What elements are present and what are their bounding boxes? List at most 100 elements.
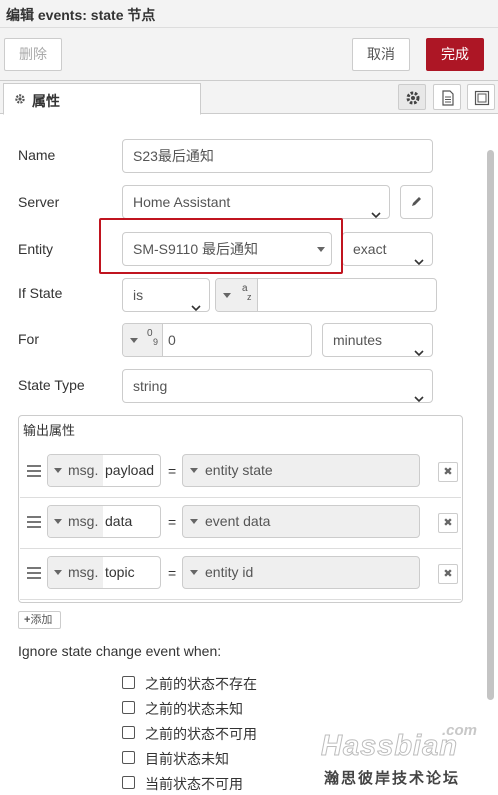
ignore-option-label: 之前的状态不存在	[145, 676, 257, 692]
equals-sign: =	[168, 565, 177, 581]
msg-prefix: msg.	[68, 513, 99, 529]
equals-sign: =	[168, 463, 177, 479]
number-type-icon-sub: 9	[153, 337, 159, 347]
output-value-selector[interactable]: entity id	[182, 556, 420, 589]
scrollbar[interactable]	[484, 150, 496, 700]
output-property-input[interactable]: msg. topic	[47, 556, 161, 589]
for-value: 0	[168, 332, 176, 348]
output-value: entity state	[205, 462, 273, 478]
ignore-option-label: 之前的状态不可用	[145, 726, 257, 742]
edit-server-button[interactable]	[400, 185, 433, 219]
if-state-operator-select[interactable]: is	[122, 278, 210, 312]
if-state-label: If State	[18, 285, 63, 301]
remove-row-button[interactable]: ✖	[438, 564, 458, 584]
close-icon: ✖	[443, 466, 453, 478]
output-value: entity id	[205, 564, 254, 580]
add-output-label: 添加	[30, 614, 53, 626]
tab-properties[interactable]: 属性	[3, 83, 201, 115]
drag-handle-icon[interactable]	[27, 516, 41, 531]
msg-type-selector[interactable]: msg.	[48, 506, 103, 537]
entity-match-select[interactable]: exact	[342, 232, 433, 266]
output-value-selector[interactable]: entity state	[182, 454, 420, 487]
watermark-brand: Hassbian	[321, 730, 458, 763]
delete-button[interactable]: 删除	[4, 38, 62, 71]
name-input[interactable]: S23最后通知	[122, 139, 433, 173]
tab-settings-icon-button[interactable]	[398, 84, 426, 110]
output-row: msg. data = event data ✖	[20, 499, 461, 549]
output-properties-legend: 输出属性	[23, 423, 76, 438]
watermark-tagline: 瀚思彼岸技术论坛	[324, 770, 461, 787]
caret-down-icon	[190, 570, 198, 575]
caret-down-icon	[54, 468, 62, 473]
string-type-icon-sub: z	[247, 292, 252, 302]
ignore-option-label: 之前的状态未知	[145, 701, 243, 717]
chevron-down-icon	[414, 382, 424, 402]
checkbox[interactable]	[122, 701, 135, 714]
tab-description-icon-button[interactable]	[433, 84, 461, 110]
server-label: Server	[18, 194, 60, 210]
done-button[interactable]: 完成	[426, 38, 484, 71]
server-select[interactable]: Home Assistant	[122, 185, 390, 219]
tab-properties-label: 属性	[32, 93, 60, 109]
for-label: For	[18, 331, 39, 347]
checkbox[interactable]	[122, 776, 135, 789]
caret-down-icon	[190, 519, 198, 524]
output-row: msg. payload = entity state ✖	[20, 448, 461, 498]
checkbox[interactable]	[122, 726, 135, 739]
state-type-label: State Type	[18, 377, 85, 393]
if-state-value-input[interactable]: a z	[215, 278, 437, 312]
checkbox[interactable]	[122, 751, 135, 764]
for-unit-value: minutes	[333, 332, 383, 348]
state-type-select[interactable]: string	[122, 369, 433, 403]
checkbox[interactable]	[122, 676, 135, 689]
for-value-input[interactable]: 0 9 0	[122, 323, 312, 357]
title-bar: 编辑 events: state 节点	[0, 0, 498, 28]
remove-row-button[interactable]: ✖	[438, 462, 458, 482]
chevron-down-icon	[191, 291, 201, 311]
close-icon: ✖	[443, 517, 453, 529]
tab-appearance-icon-button[interactable]	[467, 84, 495, 110]
msg-type-selector[interactable]: msg.	[48, 455, 103, 486]
tab-bar: 属性	[0, 81, 498, 115]
msg-prefix: msg.	[68, 462, 99, 478]
chevron-down-icon	[414, 245, 424, 265]
drag-handle-icon[interactable]	[27, 567, 41, 582]
remove-row-button[interactable]: ✖	[438, 513, 458, 533]
chevron-down-icon	[414, 336, 424, 356]
ignore-option-label: 当前状态不可用	[145, 776, 243, 792]
server-select-value: Home Assistant	[133, 194, 231, 210]
output-property-name: topic	[105, 564, 135, 580]
gear-icon	[14, 92, 26, 108]
caret-down-icon	[130, 338, 138, 343]
output-value-selector[interactable]: event data	[182, 505, 420, 538]
for-unit-select[interactable]: minutes	[322, 323, 433, 357]
number-type-icon: 0	[147, 328, 153, 339]
msg-type-selector[interactable]: msg.	[48, 557, 103, 588]
for-type-selector[interactable]: 0 9	[123, 324, 163, 356]
chevron-down-icon	[371, 198, 381, 218]
caret-down-icon	[54, 570, 62, 575]
ignore-option-label: 目前状态未知	[145, 751, 229, 767]
drag-handle-icon[interactable]	[27, 465, 41, 480]
output-row: msg. topic = entity id ✖	[20, 550, 461, 600]
caret-down-icon	[190, 468, 198, 473]
equals-sign: =	[168, 514, 177, 530]
dialog-title: 编辑 events: state 节点	[6, 7, 156, 23]
state-type-value: string	[133, 378, 168, 394]
ignore-heading: Ignore state change event when:	[18, 643, 222, 659]
output-value: event data	[205, 513, 271, 529]
watermark-logo: .com Hassbian 瀚思彼岸技术论坛	[318, 722, 498, 792]
if-state-operator-value: is	[133, 287, 144, 303]
cancel-button[interactable]: 取消	[352, 38, 410, 71]
output-property-input[interactable]: msg. data	[47, 505, 161, 538]
if-state-type-selector[interactable]: a z	[216, 279, 258, 311]
add-output-button[interactable]: +添加	[18, 611, 61, 629]
output-property-name: data	[105, 513, 133, 529]
output-property-name: payload	[105, 462, 155, 478]
entity-highlight-box	[99, 218, 343, 274]
dialog-toolbar: 删除 取消 完成	[0, 28, 498, 81]
output-property-input[interactable]: msg. payload	[47, 454, 161, 487]
name-label: Name	[18, 147, 56, 163]
caret-down-icon	[54, 519, 62, 524]
scrollbar-thumb[interactable]	[487, 150, 494, 700]
